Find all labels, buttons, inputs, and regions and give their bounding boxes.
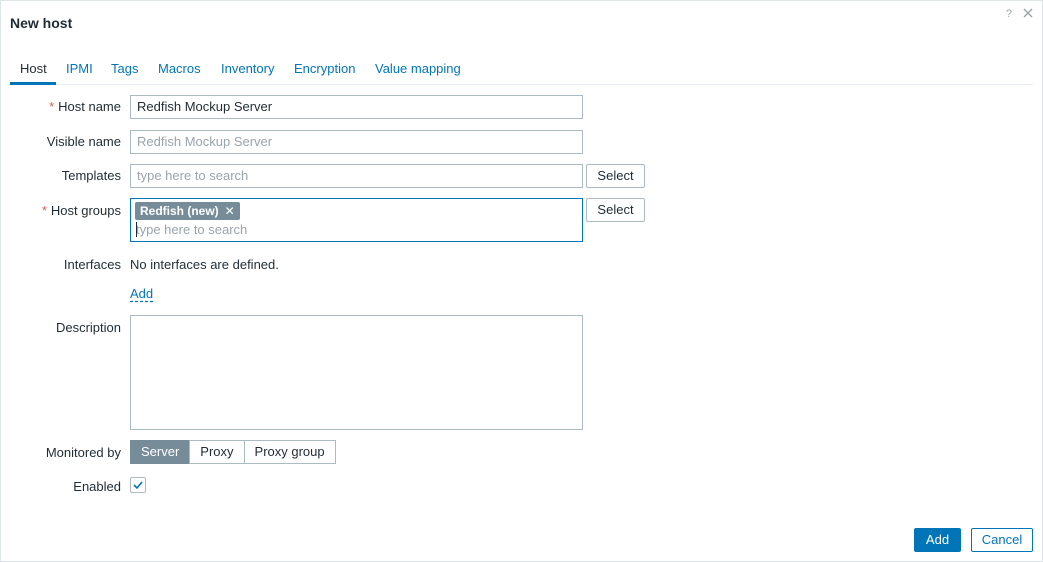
enabled-label: Enabled	[73, 479, 121, 494]
host-groups-label: * Host groups	[41, 203, 121, 218]
templates-select-button[interactable]: Select	[586, 164, 645, 188]
tab-value-mapping[interactable]: Value mapping	[375, 61, 461, 76]
monitored-by-proxy[interactable]: Proxy	[189, 440, 245, 464]
active-tab-indicator	[10, 82, 56, 85]
monitored-by-label: Monitored by	[45, 445, 121, 460]
required-marker: *	[41, 203, 47, 218]
required-marker: *	[49, 99, 55, 114]
tab-ipmi[interactable]: IPMI	[66, 61, 93, 76]
checkmark-icon	[133, 481, 143, 490]
description-label: Description	[55, 320, 121, 335]
host-groups-multiselect[interactable]: Redfish (new) ✕ type here to search	[130, 198, 583, 242]
chip-remove-icon[interactable]: ✕	[225, 204, 235, 218]
tab-host[interactable]: Host	[20, 61, 47, 76]
tab-tags[interactable]: Tags	[111, 61, 138, 76]
cancel-button[interactable]: Cancel	[971, 528, 1033, 552]
text-caret	[136, 222, 137, 237]
new-host-dialog: New host ? Host IPMI Tags Macros Invento…	[0, 0, 1043, 562]
enabled-checkbox[interactable]	[130, 477, 146, 493]
templates-search-input[interactable]: type here to search	[130, 164, 583, 188]
visible-name-input[interactable]: Redfish Mockup Server	[130, 130, 583, 154]
help-icon[interactable]: ?	[1006, 8, 1012, 20]
monitored-by-toggle: Server Proxy Proxy group	[130, 440, 336, 464]
interfaces-empty-text: No interfaces are defined.	[130, 257, 279, 272]
tab-encryption[interactable]: Encryption	[294, 61, 355, 76]
tab-macros[interactable]: Macros	[158, 61, 201, 76]
interfaces-label: Interfaces	[63, 257, 121, 272]
host-groups-select-button[interactable]: Select	[586, 198, 645, 222]
host-groups-search-input[interactable]: type here to search	[136, 222, 247, 238]
monitored-by-proxy-group[interactable]: Proxy group	[243, 440, 336, 464]
description-textarea[interactable]	[130, 315, 583, 430]
add-button[interactable]: Add	[914, 528, 961, 552]
add-interface-link[interactable]: Add	[130, 286, 153, 301]
tab-inventory[interactable]: Inventory	[221, 61, 274, 76]
dialog-title: New host	[10, 15, 73, 31]
close-icon[interactable]	[1021, 6, 1035, 20]
templates-label: Templates	[61, 168, 121, 183]
visible-name-label: Visible name	[46, 134, 121, 149]
host-name-label: * Host name	[49, 99, 121, 114]
tab-bar: Host IPMI Tags Macros Inventory Encrypti…	[10, 55, 1033, 85]
host-name-input[interactable]: Redfish Mockup Server	[130, 95, 583, 119]
host-group-chip: Redfish (new) ✕	[135, 202, 240, 220]
monitored-by-server[interactable]: Server	[130, 440, 191, 464]
